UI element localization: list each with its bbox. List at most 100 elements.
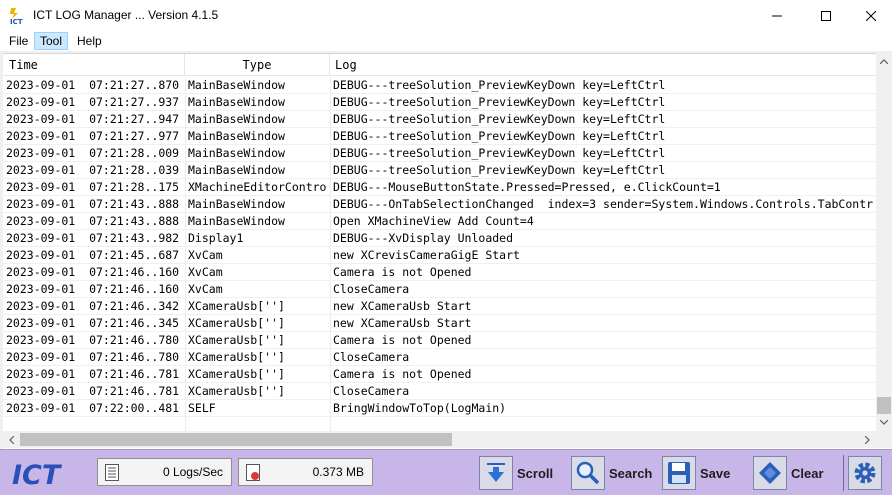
cell-log: CloseCamera (333, 282, 410, 296)
cell-time: 2023-09-01 07:21:27..947 (6, 112, 180, 126)
cell-log: DEBUG---treeSolution_PreviewKeyDown key=… (333, 129, 666, 143)
cell-time: 2023-09-01 07:21:27..937 (6, 95, 180, 109)
table-row[interactable]: 2023-09-01 07:21:27..977 MainBaseWindow DE… (3, 128, 876, 145)
memory-value: 0.373 MB (312, 465, 364, 479)
table-row[interactable]: 2023-09-01 07:21:46..781 XCameraUsb[''] Ca… (3, 366, 876, 383)
column-header-type[interactable]: Type (185, 54, 330, 76)
scroll-down-button[interactable] (876, 414, 892, 431)
cell-type: XCameraUsb[''] (188, 350, 285, 364)
cell-log: DEBUG---treeSolution_PreviewKeyDown key=… (333, 112, 666, 126)
cell-type: MainBaseWindow (188, 78, 285, 92)
menu-help[interactable]: Help (72, 32, 107, 50)
logs-rate-value: 0 Logs/Sec (162, 465, 223, 479)
cell-type: XvCam (188, 248, 223, 262)
cell-time: 2023-09-01 07:21:43..888 (6, 214, 180, 228)
save-button-label: Save (700, 465, 731, 481)
table-row[interactable]: 2023-09-01 07:21:27..947 MainBaseWindow DE… (3, 111, 876, 128)
cell-type: MainBaseWindow (188, 129, 285, 143)
cell-time: 2023-09-01 07:22:00..481 (6, 401, 180, 415)
cell-log: DEBUG---treeSolution_PreviewKeyDown key=… (333, 78, 666, 92)
search-button-label: Search (609, 465, 653, 481)
maximize-button[interactable] (803, 0, 849, 31)
title-bar: ICT ICT LOG Manager ... Version 4.1.5 (0, 0, 892, 31)
gear-icon (848, 456, 882, 490)
chevron-up-icon (880, 59, 888, 64)
cell-type: XvCam (188, 282, 223, 296)
table-row[interactable]: 2023-09-01 07:21:46..780 XCameraUsb[''] Cl… (3, 349, 876, 366)
cell-log: new XCameraUsb Start (333, 299, 472, 313)
save-button[interactable]: Save (662, 455, 730, 491)
menu-bar: File Tool Help (0, 31, 892, 51)
cell-type: SELF (188, 401, 216, 415)
scroll-button-label: Scroll (517, 465, 554, 481)
column-header-log[interactable]: Log (330, 54, 876, 76)
brand-text: ICT (12, 460, 63, 490)
table-row[interactable]: 2023-09-01 07:21:46..160 XvCam Camera is n… (3, 264, 876, 281)
scroll-left-button[interactable] (3, 431, 20, 448)
horizontal-scroll-thumb[interactable] (20, 433, 452, 446)
cell-time: 2023-09-01 07:21:46..160 (6, 265, 180, 279)
column-header-time[interactable]: Time (3, 54, 185, 76)
cell-type: XCameraUsb[''] (188, 316, 285, 330)
clear-button[interactable]: Clear (753, 455, 824, 491)
table-row[interactable]: 2023-09-01 07:21:46..781 XCameraUsb[''] Cl… (3, 383, 876, 400)
cell-time: 2023-09-01 07:21:46..780 (6, 350, 180, 364)
cell-log: DEBUG---XvDisplay Unloaded (333, 231, 514, 245)
vertical-scroll-thumb[interactable] (877, 397, 891, 414)
cell-type: MainBaseWindow (188, 112, 285, 126)
cell-log: DEBUG---treeSolution_PreviewKeyDown key=… (333, 146, 666, 160)
cell-log: Camera is not Opened (333, 265, 472, 279)
maximize-icon (821, 10, 831, 21)
minimize-button[interactable] (754, 0, 800, 31)
settings-button[interactable] (848, 455, 882, 491)
table-row[interactable]: 2023-09-01 07:21:46..780 XCameraUsb[''] Ca… (3, 332, 876, 349)
cell-time: 2023-09-01 07:21:46..342 (6, 299, 180, 313)
table-row[interactable]: 2023-09-01 07:21:28..175 XMachineEditorCo… (3, 179, 876, 196)
svg-text:ICT: ICT (10, 18, 23, 25)
eraser-icon (753, 456, 787, 490)
minimize-icon (772, 15, 782, 16)
scroll-button[interactable]: Scroll (479, 455, 553, 491)
scroll-down-icon (479, 456, 513, 490)
log-grid[interactable]: Time Type Log 2023-09-01 07:21:27..870 Ma… (3, 53, 892, 449)
table-row[interactable]: 2023-09-01 07:21:28..039 MainBaseWindow DE… (3, 162, 876, 179)
cell-type: XCameraUsb[''] (188, 299, 285, 313)
table-row[interactable]: 2023-09-01 07:21:43..982 Display1 DEBUG---… (3, 230, 876, 247)
cell-type: MainBaseWindow (188, 95, 285, 109)
chevron-right-icon (865, 435, 870, 444)
cell-time: 2023-09-01 07:21:46..780 (6, 333, 180, 347)
cell-log: Camera is not Opened (333, 367, 472, 381)
table-row[interactable]: 2023-09-01 07:21:27..870 MainBaseWindow DE… (3, 77, 876, 94)
window-title: ICT LOG Manager ... Version 4.1.5 (33, 8, 219, 22)
cell-time: 2023-09-01 07:21:46..781 (6, 384, 180, 398)
table-row[interactable]: 2023-09-01 07:21:43..888 MainBaseWindow DE… (3, 196, 876, 213)
search-button[interactable]: Search (571, 455, 652, 491)
grid-header: Time Type Log (3, 54, 876, 76)
table-row[interactable]: 2023-09-01 07:21:46..345 XCameraUsb[''] ne… (3, 315, 876, 332)
cell-log: CloseCamera (333, 350, 410, 364)
cell-log: Open XMachineView Add Count=4 (333, 214, 534, 228)
table-row[interactable]: 2023-09-01 07:21:43..888 MainBaseWindow Op… (3, 213, 876, 230)
menu-file[interactable]: File (4, 32, 33, 50)
table-row[interactable]: 2023-09-01 07:21:28..009 MainBaseWindow DE… (3, 145, 876, 162)
horizontal-scrollbar[interactable] (3, 431, 876, 448)
chevron-left-icon (9, 435, 14, 444)
table-row[interactable]: 2023-09-01 07:21:46..342 XCameraUsb[''] ne… (3, 298, 876, 315)
table-row[interactable]: 2023-09-01 07:21:46..160 XvCam CloseCamera (3, 281, 876, 298)
bottom-toolbar: ICT 0 Logs/Sec 0.373 MB Scroll Search Sa… (0, 449, 892, 495)
close-button[interactable] (848, 0, 892, 31)
table-row[interactable]: 2023-09-01 07:21:27..937 MainBaseWindow DE… (3, 94, 876, 111)
table-row[interactable]: 2023-09-01 07:21:45..687 XvCam new XCrevis… (3, 247, 876, 264)
vertical-scrollbar[interactable] (876, 53, 892, 431)
scroll-up-button[interactable] (876, 53, 892, 70)
cell-log: DEBUG---MouseButtonState.Pressed=Pressed… (333, 180, 721, 194)
close-icon (866, 10, 876, 21)
toolbar-separator (843, 455, 844, 491)
cell-type: XCameraUsb[''] (188, 384, 285, 398)
scroll-right-button[interactable] (859, 431, 876, 448)
cell-log: DEBUG---treeSolution_PreviewKeyDown key=… (333, 95, 666, 109)
table-row[interactable]: 2023-09-01 07:22:00..481 SELF BringWindowT… (3, 400, 876, 417)
cell-type: XCameraUsb[''] (188, 333, 285, 347)
menu-tool[interactable]: Tool (34, 32, 69, 50)
logs-rate-display: 0 Logs/Sec (97, 458, 232, 486)
